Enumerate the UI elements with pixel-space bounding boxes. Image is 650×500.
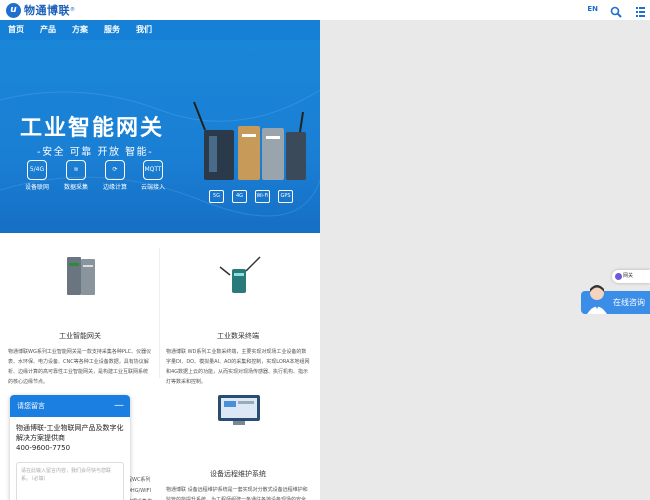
- tag-icon: [615, 273, 622, 280]
- gps-icon: GPS: [278, 190, 293, 203]
- main-nav: 首页 产品 方案 服务 我们: [0, 20, 320, 40]
- brand-name: 物通博联: [24, 4, 70, 17]
- registered-mark: ®: [70, 7, 75, 13]
- chat-intro: 物通博联-工业物联网产品及数字化解决方案提供商 400-9600-7750: [10, 417, 130, 459]
- logo-icon: u: [6, 2, 21, 18]
- product-title: 工业数采终端: [217, 332, 259, 340]
- chat-header[interactable]: 请您留言 —: [10, 395, 130, 417]
- product-description: 物通博联 WD系列工业数采终端，主要实现对现场工业设备的数字量DI、DO、模拟量…: [166, 349, 310, 385]
- product-card[interactable]: 工业数采终端 物通博联 WD系列工业数采终端，主要实现对现场工业设备的数字量DI…: [160, 253, 316, 387]
- hero-banner[interactable]: 工业智能网关 -安全 可靠 开放 智能- 5/4G 设备联网 ≋ 数据采集 ⟳ …: [0, 40, 320, 233]
- language-switch[interactable]: EN: [587, 5, 598, 13]
- gateway-device-image: [193, 101, 306, 180]
- feature-data-collection: ≋ 数据采集: [56, 160, 96, 191]
- data-icon: ≋: [66, 160, 86, 180]
- logo[interactable]: u 物通博联 ®: [6, 2, 75, 18]
- feature-cloud-access: MQTT 云端接入: [133, 160, 173, 191]
- feature-edge-computing: ⟳ 边缘计算: [95, 160, 135, 191]
- phone-number: 400-9600-7750: [16, 444, 71, 452]
- leave-message-widget: 请您留言 — 物通博联-工业物联网产品及数字化解决方案提供商 400-9600-…: [10, 395, 130, 500]
- menu-icon[interactable]: [634, 3, 646, 17]
- message-input[interactable]: 请在此输入留言内容，我们会尽快与您联系。（必填）: [16, 462, 124, 500]
- product-title: 设备远程维护系统: [210, 470, 266, 478]
- nav-solutions[interactable]: 方案: [72, 20, 88, 40]
- nav-products[interactable]: 产品: [40, 20, 56, 40]
- banner-title: 工业智能网关: [20, 116, 165, 141]
- search-icon[interactable]: [610, 3, 622, 18]
- nav-about[interactable]: 我们: [136, 20, 152, 40]
- nav-home[interactable]: 首页: [8, 20, 24, 40]
- top-header: u 物通博联 ® EN: [0, 0, 650, 20]
- nav-services[interactable]: 服务: [104, 20, 120, 40]
- gateway-side-tag[interactable]: 网关: [612, 270, 650, 283]
- gateway-image: [67, 257, 95, 295]
- connectivity-badges: 5G 4G Wi-Fi GPS: [209, 190, 293, 203]
- product-card[interactable]: 工业智能网关 物通博联WG系列工业智能网关是一款支持采集各种PLC、仪器仪表、水…: [2, 253, 158, 387]
- product-description: 物通博联 设备远程维护系统是一套实现对分散式设备远程维护和监管的能提升系统。为工…: [166, 487, 308, 500]
- 4g-icon: 4G: [232, 190, 247, 203]
- terminal-image: [219, 256, 261, 293]
- product-title: 工业智能网关: [59, 332, 101, 340]
- signal-icon: 5/4G: [27, 160, 47, 180]
- minimize-icon[interactable]: —: [114, 395, 124, 417]
- 5g-icon: 5G: [209, 190, 224, 203]
- computing-icon: ⟳: [105, 160, 125, 180]
- wifi-icon: Wi-Fi: [255, 190, 270, 203]
- banner-subtitle: -安全 可靠 开放 智能-: [37, 147, 154, 158]
- page: u 物通博联 ® EN 首页 产品 方案 服务 我们 工业智能网关 -安全 可靠…: [0, 0, 650, 500]
- product-card[interactable]: 设备远程维护系统 物通博联 设备远程维护系统是一套实现对分散式设备远程维护和监管…: [160, 389, 316, 500]
- agent-avatar-icon: [587, 285, 607, 314]
- monitor-image: [218, 395, 260, 425]
- product-description: 物通博联WG系列工业智能网关是一款支持采集各种PLC、仪器仪表、水环保、电力设备…: [8, 349, 152, 385]
- company-tagline: 物通博联-工业物联网产品及数字化解决方案提供商: [16, 424, 124, 442]
- cloud-icon: MQTT: [143, 160, 163, 180]
- feature-networking: 5/4G 设备联网: [17, 160, 57, 191]
